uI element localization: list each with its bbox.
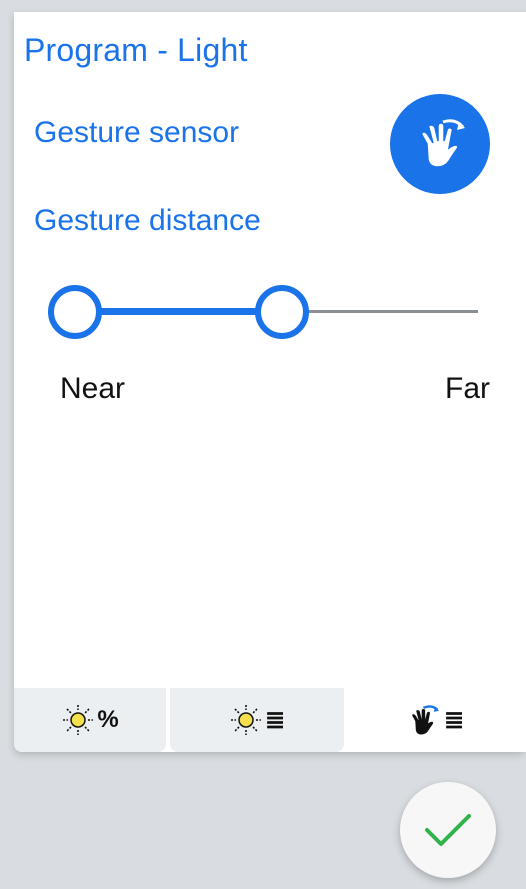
hand-wave-icon xyxy=(412,705,440,735)
gesture-sensor-button[interactable] xyxy=(390,94,490,194)
hand-wave-icon xyxy=(421,119,465,168)
tab-brightness-list[interactable]: ≣ xyxy=(170,688,344,752)
tab-label: % xyxy=(97,706,119,733)
gesture-distance-label: Gesture distance xyxy=(34,204,261,237)
tab-gesture-list[interactable]: ≣ xyxy=(344,688,526,752)
bottom-tab-bar: % ≣ ≣ xyxy=(14,688,526,752)
tab-label: ≣ xyxy=(443,706,465,734)
gesture-distance-slider[interactable] xyxy=(48,282,478,342)
slider-end-thumb[interactable] xyxy=(254,285,309,339)
page-title: Program - Light xyxy=(24,32,248,68)
confirm-button[interactable] xyxy=(400,782,496,878)
slider-start-thumb[interactable] xyxy=(48,285,102,339)
checkmark-icon xyxy=(425,814,471,846)
slider-selected-range xyxy=(75,308,282,315)
slider-min-label: Near xyxy=(60,372,126,405)
slider-max-label: Far xyxy=(445,372,490,405)
sun-icon xyxy=(63,705,94,735)
sun-icon xyxy=(230,705,261,735)
tab-brightness-percent[interactable]: % xyxy=(14,688,166,752)
program-panel: Program - Light Gesture sensor Gesture d… xyxy=(14,12,526,752)
tab-label: ≣ xyxy=(264,706,286,734)
gesture-sensor-label: Gesture sensor xyxy=(34,116,240,149)
